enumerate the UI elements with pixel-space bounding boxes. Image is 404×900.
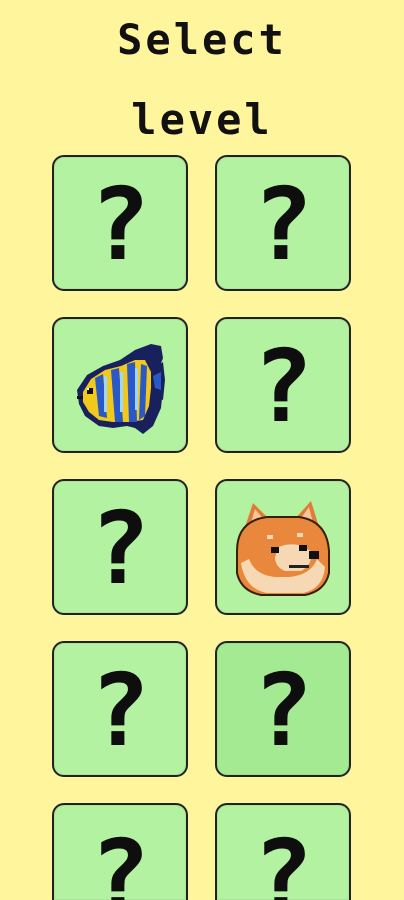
question-mark: ? [252, 328, 314, 445]
level-tile-5[interactable]: ? [52, 479, 188, 615]
question-mark: ? [252, 652, 314, 769]
level-tile-2[interactable]: ? [215, 155, 351, 291]
title-line-2: level [131, 95, 273, 144]
doge-icon [236, 501, 330, 596]
level-tile-4[interactable]: ? [215, 317, 351, 453]
level-tile-6[interactable] [215, 479, 351, 615]
fish-icon [77, 344, 165, 434]
level-tile-10[interactable]: ? [215, 803, 351, 900]
title-line-1: Select [117, 15, 287, 64]
level-tile-3[interactable] [52, 317, 188, 453]
question-mark: ? [89, 652, 151, 769]
question-mark: ? [89, 490, 151, 607]
level-tile-1[interactable]: ? [52, 155, 188, 291]
question-mark: ? [89, 166, 151, 283]
level-tile-9[interactable]: ? [52, 803, 188, 900]
level-tile-8[interactable]: ? [215, 641, 351, 777]
question-mark: ? [252, 818, 314, 900]
page-title: Select level [0, 0, 404, 160]
question-mark: ? [252, 166, 314, 283]
level-tile-7[interactable]: ? [52, 641, 188, 777]
question-mark: ? [89, 818, 151, 900]
